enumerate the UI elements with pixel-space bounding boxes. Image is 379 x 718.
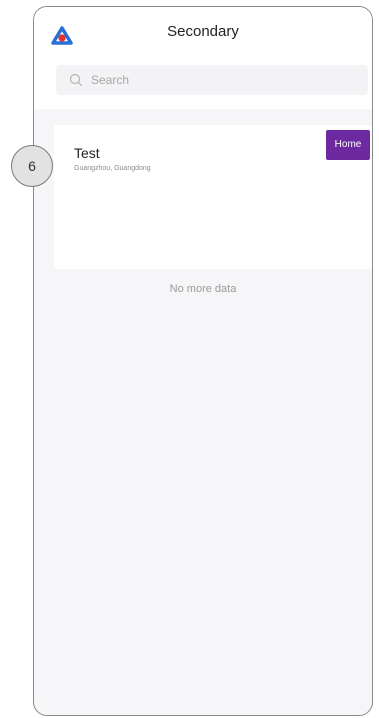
item-title: Test xyxy=(74,145,100,161)
search-input[interactable] xyxy=(91,73,311,87)
page-title: Secondary xyxy=(167,23,239,40)
phone-frame: Secondary Test Guangzhou, Guangdong Home… xyxy=(33,6,373,716)
search-icon xyxy=(69,73,83,87)
app-header: Secondary xyxy=(34,7,372,59)
step-marker: 6 xyxy=(11,145,53,187)
list-item[interactable]: Test Guangzhou, Guangdong Home xyxy=(54,125,372,269)
search-box[interactable] xyxy=(56,65,368,95)
search-bar-container xyxy=(34,59,372,109)
no-more-data-text: No more data xyxy=(169,283,237,295)
item-location: Guangzhou, Guangdong xyxy=(74,165,151,172)
home-badge[interactable]: Home xyxy=(326,130,370,160)
